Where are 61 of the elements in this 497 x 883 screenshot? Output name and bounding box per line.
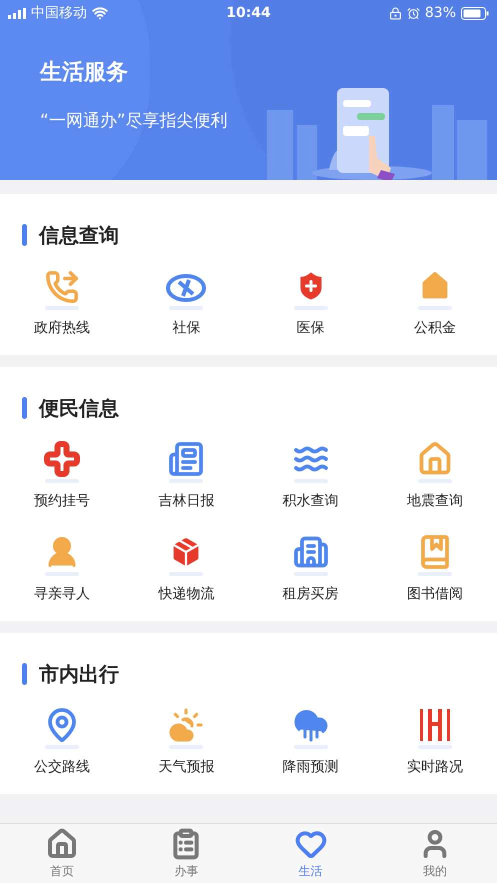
- section-title: 信息查询: [39, 222, 119, 249]
- service-item[interactable]: 图书借阅: [372, 532, 497, 605]
- wifi-icon: [92, 5, 108, 21]
- service-label: 天气预报: [158, 758, 214, 777]
- service-item[interactable]: 快递物流: [124, 532, 248, 605]
- service-label: 公积金: [414, 319, 456, 338]
- accent-bar: [22, 397, 27, 419]
- service-item[interactable]: 积水查询: [248, 439, 373, 512]
- header-title: 生活服务: [40, 59, 129, 87]
- service-item[interactable]: 租房买房: [248, 532, 373, 605]
- service-label: 地震查询: [406, 492, 463, 511]
- service-label: 寻亲寻人: [34, 585, 90, 604]
- service-item[interactable]: 降雨预测: [248, 705, 373, 778]
- service-item[interactable]: 公积金: [372, 266, 497, 339]
- tab-item[interactable]: 办事: [124, 824, 248, 883]
- phone-icon: [45, 270, 80, 304]
- tab-item[interactable]: 首页: [0, 824, 124, 883]
- service-label: 公交路线: [34, 758, 90, 777]
- service-item[interactable]: 社保: [124, 266, 248, 339]
- service-label: 快递物流: [158, 585, 214, 604]
- house-icon: [416, 441, 453, 477]
- service-label: 政府热线: [34, 319, 90, 338]
- service-item[interactable]: 寻亲寻人: [0, 532, 124, 605]
- service-label: 实时路况: [406, 758, 463, 777]
- newspaper-icon: [168, 441, 204, 477]
- section-title: 便民信息: [39, 395, 119, 422]
- ring-logo-icon: [165, 272, 208, 304]
- tab-item[interactable]: 我的: [372, 824, 497, 883]
- accent-bar: [22, 224, 27, 246]
- section-title: 市内出行: [39, 661, 119, 688]
- service-item[interactable]: 天气预报: [124, 705, 248, 778]
- service-label: 积水查询: [282, 492, 339, 511]
- service-label: 预约挂号: [34, 492, 90, 511]
- service-item[interactable]: 公交路线: [0, 705, 124, 778]
- home-icon: [46, 828, 78, 860]
- service-item[interactable]: 政府热线: [0, 266, 124, 339]
- alarm-icon: [406, 6, 420, 20]
- service-item[interactable]: 吉林日报: [124, 439, 248, 512]
- service-label: 降雨预测: [282, 758, 339, 777]
- cloud-rain-icon: [292, 707, 329, 743]
- road-icon: [418, 707, 452, 743]
- service-label: 图书借阅: [406, 585, 463, 604]
- battery-icon: [461, 6, 490, 20]
- clock-time: 10:44: [226, 4, 271, 22]
- cloud-sun-icon: [168, 707, 204, 743]
- lock-icon: [388, 6, 402, 20]
- service-item[interactable]: 预约挂号: [0, 439, 124, 512]
- cross-icon: [44, 441, 80, 477]
- accent-bar: [22, 663, 27, 685]
- service-label: 医保: [296, 319, 325, 338]
- header-subtitle: “一网通办”尽享指尖便利: [40, 110, 228, 133]
- building-icon: [292, 534, 329, 570]
- service-label: 吉林日报: [158, 492, 214, 511]
- service-label: 租房买房: [282, 585, 339, 604]
- signal-icon: [8, 8, 26, 18]
- carrier-name: 中国移动: [31, 4, 87, 22]
- service-item[interactable]: 地震查询: [372, 439, 497, 512]
- battery-percent: 83%: [424, 4, 456, 22]
- service-item[interactable]: 实时路况: [372, 705, 497, 778]
- service-label: 社保: [172, 319, 200, 338]
- service-item[interactable]: 医保: [248, 266, 373, 339]
